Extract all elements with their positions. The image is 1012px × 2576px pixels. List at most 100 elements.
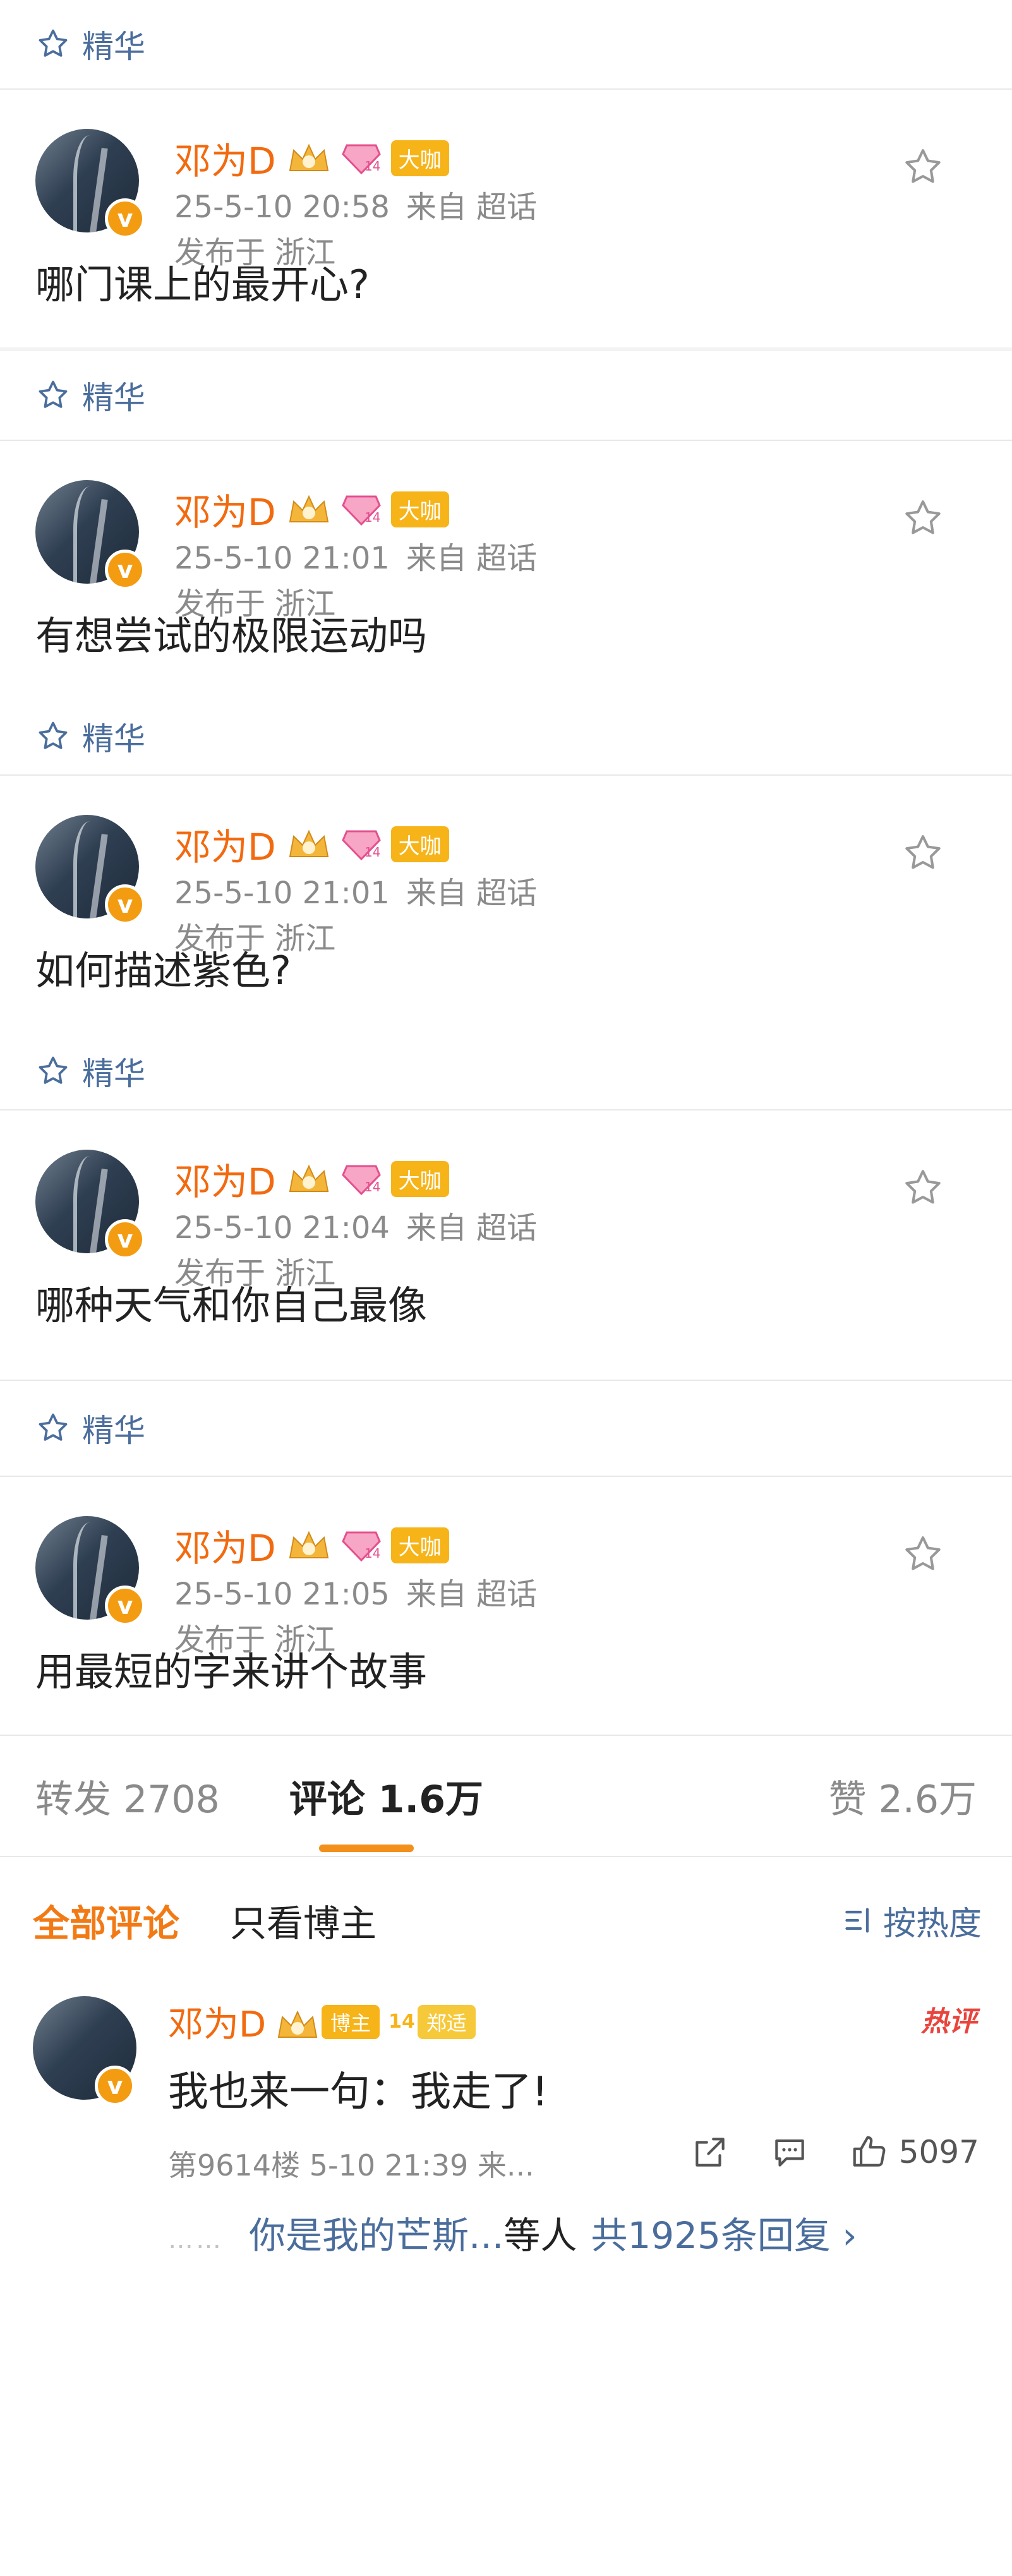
filter-all-comments[interactable]: 全部评论 (33, 1894, 179, 1947)
weibo-thread: 精华 v 邓为D 14 大咖 25-5-10 20:58 来自 超话 发布于 浙江… (0, 0, 1012, 2576)
crown-icon (286, 826, 332, 862)
post-source[interactable]: 来自 超话 (406, 541, 537, 576)
reply-summary[interactable]: …… 你是我的芒斯...等人 共1925条回复 › (168, 2206, 857, 2259)
verified-badge-icon: v (105, 198, 145, 239)
post-source[interactable]: 来自 超话 (406, 1577, 537, 1612)
author-name[interactable]: 邓为D (174, 131, 276, 184)
blogger-tag: 博主 (322, 2004, 380, 2039)
essence-tag[interactable]: 精华 (0, 1381, 1012, 1476)
stats-tabs: 转发 2708 评论 1.6万 赞 2.6万 (0, 1736, 1012, 1856)
thumbs-up-icon (853, 2136, 886, 2167)
tab-like[interactable]: 赞 2.6万 (829, 1769, 977, 1824)
essence-label: 精华 (82, 380, 145, 416)
post-source[interactable]: 来自 超话 (406, 1210, 537, 1246)
reply-total-link[interactable]: 共1925条回复 › (591, 2214, 857, 2257)
dakao-badge: 大咖 (390, 491, 449, 527)
comment-meta: 第9614楼 5-10 21:39 来... (168, 2148, 534, 2182)
author-name[interactable]: 邓为D (174, 1519, 276, 1572)
author-name[interactable]: 邓为D (174, 1152, 276, 1205)
vip-gem-icon: 14 (341, 1527, 381, 1563)
crown-icon (286, 1527, 332, 1563)
post-card[interactable]: v 邓为D 14 大咖 25-5-10 20:58 来自 超话 发布于 浙江 哪门… (0, 90, 1012, 347)
favorite-star-icon[interactable] (901, 831, 945, 876)
tab-comment[interactable]: 评论 1.6万 (289, 1769, 483, 1824)
sort-label: 按热度 (882, 1905, 982, 1943)
post-time: 25-5-10 20:58 (174, 190, 390, 225)
star-outline-icon (39, 29, 68, 57)
essence-label: 精华 (82, 1056, 145, 1092)
post-card[interactable]: v 邓为D 14 大咖 25-5-10 21:04 来自 超话 发布于 浙江 哪种… (0, 1110, 1012, 1380)
post-card[interactable]: v 邓为D 14 大咖 25-5-10 21:05 来自 超话 发布于 浙江 用最… (0, 1477, 1012, 1735)
svg-text:14: 14 (364, 510, 380, 525)
verified-badge-icon: v (105, 550, 145, 590)
reply-icon[interactable] (770, 2133, 809, 2172)
sort-icon (845, 1908, 869, 1933)
star-outline-icon (39, 1056, 68, 1084)
essence-tag[interactable]: 精华 (0, 0, 1012, 88)
reply-user[interactable]: 你是我的芒斯... (249, 2214, 503, 2257)
verified-badge-icon: v (105, 884, 145, 925)
favorite-star-icon[interactable] (901, 1166, 945, 1210)
post-time: 25-5-10 21:01 (174, 876, 390, 911)
verified-badge-icon: v (105, 1586, 145, 1626)
essence-label: 精华 (82, 721, 145, 757)
reply-others: 等人 (503, 2214, 577, 2257)
essence-tag[interactable]: 精华 (0, 699, 1012, 774)
comment-filter: 全部评论 只看博主 按热度 (0, 1857, 1012, 1983)
tab-repost[interactable]: 转发 2708 (35, 1769, 220, 1824)
svg-text:14: 14 (364, 1179, 380, 1195)
post-source[interactable]: 来自 超话 (406, 190, 537, 225)
favorite-star-icon[interactable] (901, 145, 945, 190)
author-name[interactable]: 邓为D (174, 817, 276, 870)
post-location: 发布于 浙江 (174, 921, 336, 956)
filter-blogger-only[interactable]: 只看博主 (230, 1894, 376, 1947)
favorite-star-icon[interactable] (901, 1532, 945, 1577)
dakao-badge: 大咖 (390, 1160, 449, 1197)
svg-text:14: 14 (364, 845, 380, 860)
share-icon[interactable] (690, 2133, 730, 2172)
vip-gem-icon: 14 (341, 826, 381, 862)
post-location: 发布于 浙江 (174, 586, 336, 622)
dakao-badge: 大咖 (390, 1527, 449, 1563)
essence-tag[interactable]: 精华 (0, 351, 1012, 440)
post-card[interactable]: v 邓为D 14 大咖 25-5-10 21:01 来自 超话 发布于 浙江 如何… (0, 776, 1012, 1033)
comment-text: 我也来一句：我走了! (168, 2069, 548, 2116)
post-time: 25-5-10 21:01 (174, 541, 390, 576)
comment-author[interactable]: 邓为D (168, 1996, 266, 2047)
author-name[interactable]: 邓为D (174, 483, 276, 536)
favorite-star-icon[interactable] (901, 497, 945, 541)
post-time: 25-5-10 21:05 (174, 1577, 390, 1612)
active-tab-indicator (319, 1845, 414, 1852)
star-outline-icon (39, 380, 68, 408)
vip-gem-icon: 14 (341, 140, 381, 176)
vip-gem-icon: 14 (341, 491, 381, 527)
dakao-badge: 大咖 (390, 140, 449, 176)
crown-icon (286, 491, 332, 527)
crown-icon (275, 2007, 318, 2038)
like-button[interactable]: 5097 (850, 2133, 979, 2172)
reply-dots: …… (168, 2225, 224, 2254)
svg-text:14: 14 (364, 1546, 380, 1561)
essence-tag[interactable]: 精华 (0, 1033, 1012, 1109)
crown-icon (286, 140, 332, 176)
post-location: 发布于 浙江 (174, 1256, 336, 1291)
post-location: 发布于 浙江 (174, 235, 336, 270)
comment-item[interactable]: v 邓为D 博主 14 郑适 热评 我也来一句：我走了! 第9614楼 5-10… (0, 1983, 1012, 2312)
like-count: 5097 (898, 2134, 979, 2170)
essence-label: 精华 (82, 1412, 145, 1449)
post-location: 发布于 浙江 (174, 1622, 336, 1658)
star-outline-icon (39, 1413, 68, 1441)
topic-tag: 14 郑适 (389, 2004, 476, 2039)
hot-comment-badge: 热评 (921, 2006, 977, 2038)
post-card[interactable]: v 邓为D 14 大咖 25-5-10 21:01 来自 超话 发布于 浙江 有想… (0, 441, 1012, 699)
svg-text:14: 14 (364, 159, 380, 174)
post-time: 25-5-10 21:04 (174, 1210, 390, 1246)
post-source[interactable]: 来自 超话 (406, 876, 537, 911)
topic-tag-label: 郑适 (417, 2004, 476, 2039)
topic-level: 14 (389, 2011, 415, 2033)
sort-button[interactable]: 按热度 (843, 1897, 982, 1944)
dakao-badge: 大咖 (390, 826, 449, 862)
verified-badge-icon: v (95, 2066, 135, 2106)
essence-label: 精华 (82, 28, 145, 65)
verified-badge-icon: v (105, 1219, 145, 1260)
